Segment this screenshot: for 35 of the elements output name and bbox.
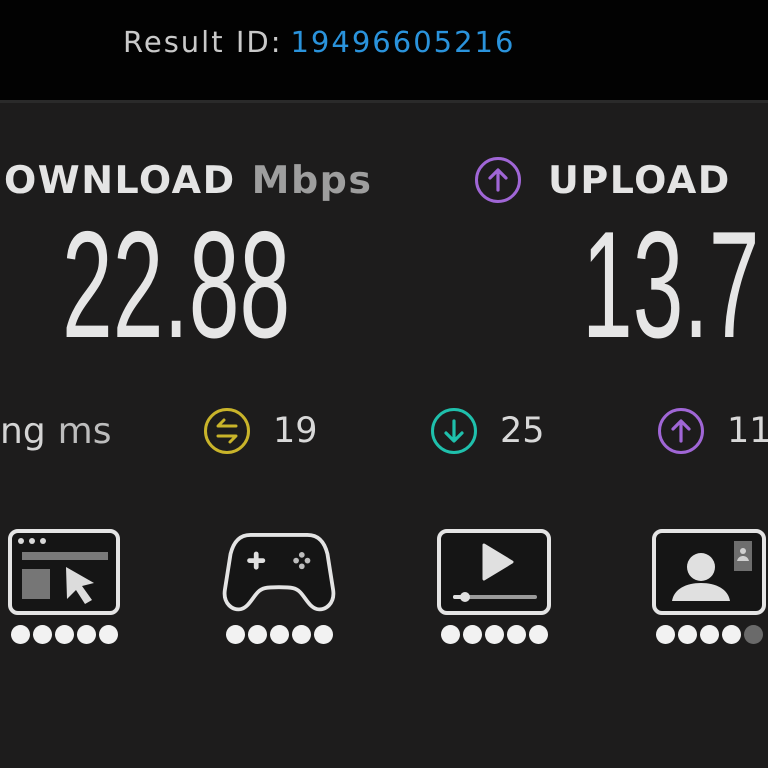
rating-dot-icon [506, 625, 526, 644]
latency-value: 25 [500, 411, 545, 451]
rating-dot-icon [700, 625, 718, 644]
ping-label: ng [0, 410, 46, 452]
speed-label: UPLOAD [548, 158, 731, 202]
rating-dot-icon [678, 625, 696, 644]
result-id-link[interactable]: 19496605216 [290, 25, 516, 59]
rating-dot-icon [54, 625, 74, 644]
video-player-icon [437, 529, 551, 615]
rating-dot-icon [744, 625, 762, 644]
unit-label: Mbps [252, 158, 372, 202]
rating-dot-icon [32, 625, 52, 644]
rating-dot-icon [292, 625, 310, 644]
rating-dot-icon [484, 625, 504, 644]
rating-dot-icon [314, 625, 332, 644]
rating-dot-icon [440, 625, 460, 644]
rating-dot-icon [10, 625, 30, 644]
rating-dot-icon [656, 625, 674, 644]
rating-dot-icon [270, 625, 288, 644]
result-id-label: Result ID: [123, 25, 282, 59]
unit-label: ms [58, 410, 112, 452]
rating-dot-icon [76, 625, 96, 644]
speed-value: 13.7 [582, 215, 760, 355]
rating-dot-icon [462, 625, 482, 644]
speed-value: 22.88 [62, 215, 290, 355]
rating-dot-icon [248, 625, 266, 644]
latency-value: 19 [273, 411, 318, 451]
rating-dot-icon [722, 625, 740, 644]
browser-cursor-icon [7, 529, 121, 615]
swap-arrows-icon [203, 407, 251, 455]
speed-label: OWNLOAD [4, 158, 236, 202]
rating-dot-icon [528, 625, 548, 644]
rating-dot-icon [226, 625, 244, 644]
rating-dot-icon [98, 625, 118, 644]
latency-value: 11 [727, 411, 768, 451]
